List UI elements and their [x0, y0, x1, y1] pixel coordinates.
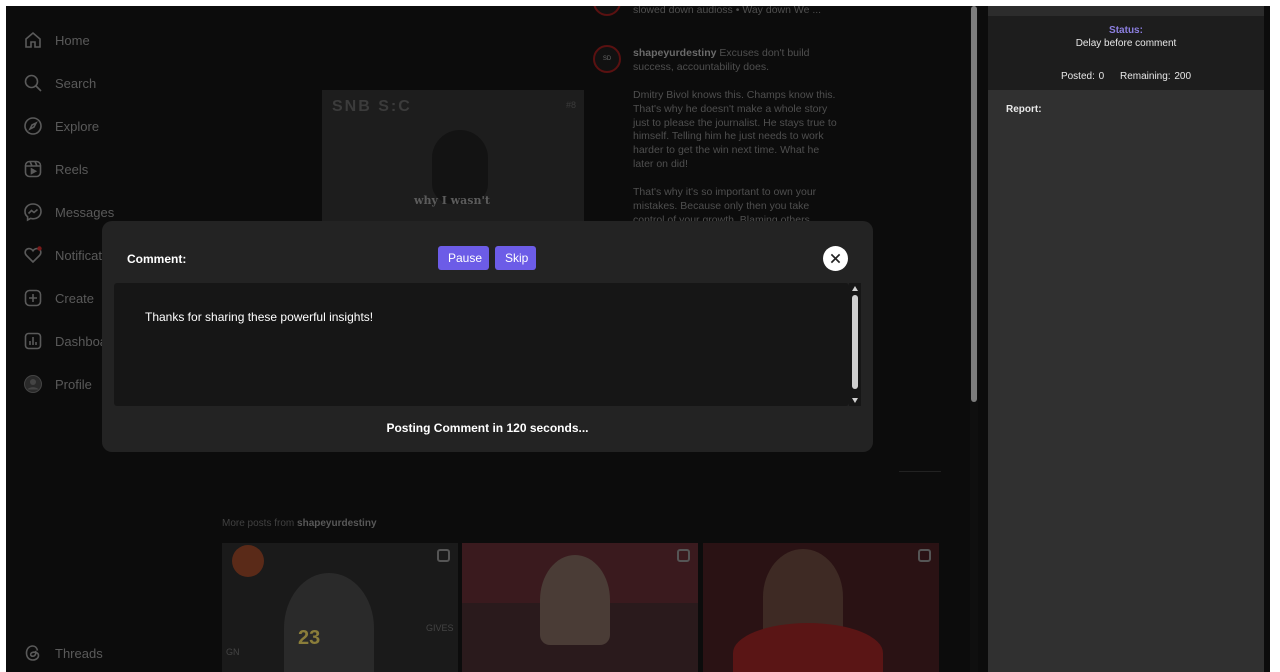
reel-icon — [677, 549, 690, 562]
previous-comment: slowed down audioss • Way down We ... — [633, 6, 822, 16]
nav-label: Profile — [55, 376, 92, 392]
post-thumbnail[interactable] — [462, 543, 698, 672]
avatar-icon — [22, 373, 44, 395]
basketball — [232, 545, 264, 577]
media-person-figure — [432, 130, 488, 204]
modal-title: Comment: — [127, 252, 187, 266]
scroll-up-arrow-icon[interactable] — [852, 286, 858, 291]
post-thumbnail[interactable] — [703, 543, 939, 672]
close-icon — [830, 253, 841, 264]
reel-icon — [918, 549, 931, 562]
status-value: Delay before comment — [1075, 38, 1177, 49]
nav-label: Messages — [55, 204, 115, 220]
nav-label: Reels — [55, 161, 89, 177]
media-caption: why I wasn't — [414, 194, 490, 207]
compass-icon — [22, 115, 44, 137]
nav-label: Dashboa — [55, 333, 108, 349]
avatar[interactable] — [593, 6, 621, 16]
red-jersey — [733, 623, 883, 672]
nav-label: Notificat — [55, 247, 102, 263]
post-media[interactable]: SNB S:C #8 why I wasn't — [322, 90, 584, 230]
nav-item-dashboard[interactable]: Dashboa — [22, 328, 107, 354]
more-posts-heading: More posts from shapeyurdestiny — [222, 518, 377, 529]
banner-text: GIVES — [426, 623, 454, 633]
media-brand-text: SNB S:C — [332, 98, 412, 115]
threads-icon — [22, 642, 44, 664]
player-figure — [284, 573, 374, 672]
reel-icon — [437, 549, 450, 562]
caption-paragraph: That's why it's so important to own your… — [633, 186, 819, 222]
nav-item-explore[interactable]: Explore — [22, 113, 99, 139]
caption-paragraph: Dmitry Bivol knows this. Champs know thi… — [633, 89, 837, 170]
comment-text: Thanks for sharing these powerful insigh… — [145, 310, 374, 324]
progress-counts: Posted: 0 Remaining: 200 — [988, 71, 1264, 82]
divider — [899, 471, 941, 472]
scrollbar-thumb[interactable] — [971, 6, 977, 402]
nav-item-create[interactable]: Create — [22, 285, 94, 311]
search-icon — [22, 72, 44, 94]
remaining-count: Remaining: 200 — [1120, 71, 1192, 82]
nav-item-home[interactable]: Home — [22, 27, 90, 53]
post-caption: shapeyurdestiny Excuses don't build succ… — [633, 47, 838, 75]
pause-button[interactable]: Pause — [438, 246, 489, 270]
banner-text: GN — [226, 647, 240, 657]
nav-label: Home — [55, 32, 90, 48]
nav-label: Explore — [55, 118, 100, 134]
page-scrollbar[interactable] — [970, 6, 978, 672]
messenger-icon — [22, 201, 44, 223]
countdown-status: Posting Comment in 120 seconds... — [386, 421, 589, 435]
media-brand-right: #8 — [565, 100, 576, 110]
author-avatar[interactable]: SD — [593, 45, 621, 73]
comment-textarea[interactable]: Thanks for sharing these powerful insigh… — [114, 283, 849, 406]
author-username[interactable]: shapeyurdestiny — [633, 47, 716, 59]
close-button[interactable] — [823, 246, 848, 271]
nav-item-threads[interactable]: Threads — [22, 640, 103, 666]
report-label: Report: — [1006, 104, 1042, 115]
plus-square-icon — [22, 287, 44, 309]
home-icon — [22, 29, 44, 51]
nav-item-profile[interactable]: Profile — [22, 371, 92, 397]
panel-top-strip — [988, 6, 1264, 16]
app-window: Home Search Explore Reels Messages Notif… — [6, 6, 1270, 672]
heart-icon — [22, 244, 44, 266]
avatar-initials: SD — [602, 56, 612, 62]
skip-button[interactable]: Skip — [495, 246, 536, 270]
chart-icon — [22, 330, 44, 352]
posted-count: Posted: 0 — [1060, 71, 1105, 82]
status-header: Status: Delay before comment Posted: 0 R… — [988, 6, 1264, 90]
more-posts-author[interactable]: shapeyurdestiny — [297, 518, 376, 529]
reels-icon — [22, 158, 44, 180]
fighter-figure — [540, 555, 610, 645]
comment-scrollbar[interactable] — [849, 283, 861, 406]
jersey-number: 23 — [298, 627, 321, 649]
nav-item-search[interactable]: Search — [22, 70, 96, 96]
scroll-down-arrow-icon[interactable] — [852, 398, 858, 403]
scrollbar-thumb[interactable] — [852, 295, 858, 389]
comment-modal: Comment: Pause Skip Thanks for sharing t… — [102, 221, 873, 452]
automation-panel: Status: Delay before comment Posted: 0 R… — [988, 6, 1264, 672]
nav-item-notifications[interactable]: Notificat — [22, 242, 102, 268]
nav-item-messages[interactable]: Messages — [22, 199, 114, 225]
nav-label: Threads — [55, 645, 103, 661]
post-thumbnail[interactable]: 23 GN GIVES — [222, 543, 458, 672]
nav-item-reels[interactable]: Reels — [22, 156, 88, 182]
nav-label: Create — [55, 290, 95, 306]
status-label: Status: — [1109, 25, 1143, 36]
more-posts-prefix: More posts from — [222, 518, 295, 529]
nav-label: Search — [55, 75, 97, 91]
